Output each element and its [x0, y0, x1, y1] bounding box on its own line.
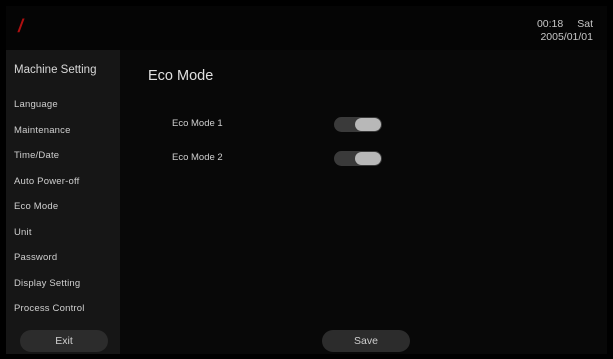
eco-mode-2-label: Eco Mode 2 — [172, 152, 223, 163]
sidebar-item-language[interactable]: Language — [14, 99, 58, 110]
brand-logo: / — [18, 16, 24, 36]
sidebar-item-eco-mode[interactable]: Eco Mode — [14, 201, 58, 212]
eco-mode-1-toggle[interactable] — [334, 117, 382, 132]
save-button[interactable]: Save — [322, 330, 410, 352]
exit-button[interactable]: Exit — [20, 330, 108, 352]
sidebar-item-unit[interactable]: Unit — [14, 227, 32, 238]
toggle-knob — [355, 118, 381, 131]
sidebar-item-time-date[interactable]: Time/Date — [14, 150, 59, 161]
clock: 00:18 Sat 2005/01/01 — [537, 18, 593, 44]
page-title: Eco Mode — [148, 68, 214, 84]
top-bar: / 00:18 Sat 2005/01/01 — [6, 6, 607, 50]
sidebar-item-auto-power-off[interactable]: Auto Power-off — [14, 176, 79, 187]
main-panel: Eco Mode Eco Mode 1 Eco Mode 2 Save — [120, 50, 607, 354]
screen-frame: / 00:18 Sat 2005/01/01 Machine Setting La… — [6, 6, 607, 354]
sidebar-item-password[interactable]: Password — [14, 252, 57, 263]
sidebar-item-display-setting[interactable]: Display Setting — [14, 278, 80, 289]
clock-time: 00:18 — [536, 18, 564, 30]
eco-mode-2-toggle[interactable] — [334, 151, 382, 166]
clock-date: 2005/01/01 — [540, 31, 593, 43]
eco-mode-1-label: Eco Mode 1 — [172, 118, 223, 129]
clock-weekday: Sat — [577, 18, 593, 30]
sidebar-item-maintenance[interactable]: Maintenance — [14, 125, 71, 136]
sidebar: Machine Setting Language Maintenance Tim… — [6, 50, 120, 354]
toggle-knob — [355, 152, 381, 165]
sidebar-item-process-control[interactable]: Process Control — [14, 303, 85, 314]
sidebar-title: Machine Setting — [14, 64, 97, 76]
